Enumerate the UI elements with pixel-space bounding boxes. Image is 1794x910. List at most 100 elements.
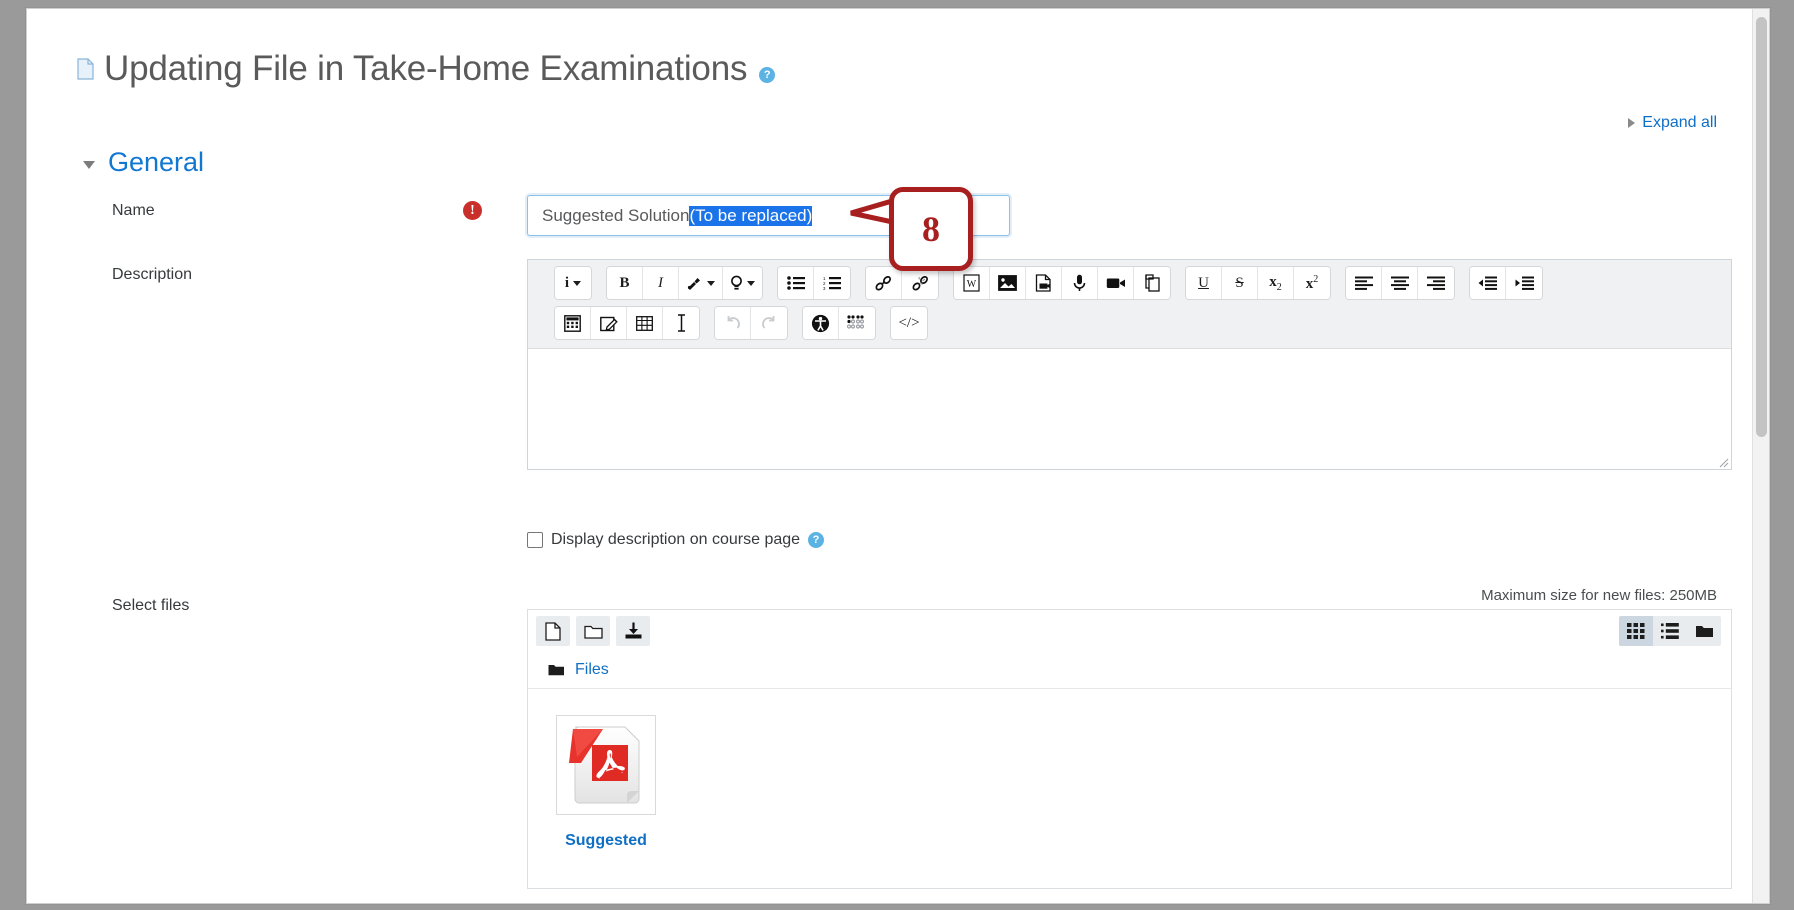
- help-icon[interactable]: ?: [808, 532, 825, 548]
- description-editor: i B I 1 2 3 W U S x2 x2 </>: [527, 259, 1732, 470]
- highlight-dropdown[interactable]: [723, 267, 762, 299]
- create-folder-button[interactable]: [576, 616, 610, 646]
- list-view-icon[interactable]: [1653, 616, 1687, 646]
- description-label: Description: [112, 266, 193, 283]
- align-left-button[interactable]: [1346, 267, 1382, 299]
- file-manager-toolbar: [528, 610, 1731, 652]
- step-callout: 8: [889, 187, 973, 271]
- section-title: General: [108, 147, 205, 177]
- insert-table-button[interactable]: [627, 307, 663, 339]
- file-name: Suggested: [565, 832, 647, 849]
- step-number: 8: [922, 209, 940, 249]
- chevron-down-icon: [573, 280, 582, 286]
- chevron-right-icon: [1628, 118, 1636, 128]
- grid-view-icon[interactable]: [1619, 616, 1653, 646]
- svg-text:3: 3: [823, 286, 826, 290]
- page-scrollbar[interactable]: [1752, 9, 1769, 903]
- toolbar-group-basic: B I: [606, 266, 763, 300]
- description-textarea[interactable]: [528, 349, 1731, 469]
- name-input-selected-text: (To be replaced): [689, 205, 813, 226]
- chevron-down-icon: [83, 161, 95, 169]
- toolbar-group-insert: [554, 306, 700, 340]
- expand-all-link[interactable]: Expand all: [1628, 114, 1717, 132]
- page-content: Updating File in Take-Home Examinations …: [27, 9, 1753, 903]
- file-list: Suggested: [528, 689, 1731, 850]
- file-item[interactable]: Suggested: [554, 715, 658, 850]
- expand-all-label: Expand all: [1642, 114, 1717, 131]
- editor-toolbar-row-2: </>: [554, 306, 1723, 340]
- toolbar-group-style: i: [554, 266, 592, 300]
- insert-image-button[interactable]: [990, 267, 1026, 299]
- subscript-button[interactable]: x2: [1258, 267, 1294, 299]
- align-right-button[interactable]: [1418, 267, 1454, 299]
- required-field-icon: !: [463, 201, 482, 220]
- section-header-general[interactable]: General: [83, 147, 204, 178]
- editor-toolbar: i B I 1 2 3 W U S x2 x2 </>: [528, 260, 1731, 349]
- file-thumbnail: [556, 715, 656, 815]
- file-manager-view-toggle: [1619, 616, 1721, 646]
- svg-text:W: W: [967, 279, 977, 290]
- editor-toolbar-row-1: i B I 1 2 3 W U S x2 x2: [554, 266, 1723, 300]
- page-title-area: Updating File in Take-Home Examinations …: [77, 49, 776, 89]
- document-icon: [77, 58, 94, 80]
- breadcrumb-files-link[interactable]: Files: [575, 661, 609, 679]
- strikethrough-button[interactable]: S: [1222, 267, 1258, 299]
- toolbar-group-history: [714, 306, 788, 340]
- folder-icon: [548, 665, 564, 676]
- toolbar-group-align: [1345, 266, 1455, 300]
- redo-button[interactable]: [751, 307, 787, 339]
- toolbar-group-indent: [1469, 266, 1543, 300]
- display-description-checkbox[interactable]: [527, 532, 543, 548]
- unlink-button[interactable]: [902, 267, 938, 299]
- style-dropdown[interactable]: i: [555, 267, 591, 299]
- toolbar-group-links: [865, 266, 939, 300]
- text-color-dropdown[interactable]: [679, 267, 723, 299]
- screenreader-helper-button[interactable]: [839, 307, 875, 339]
- insert-link-button[interactable]: [866, 267, 902, 299]
- accessibility-checker-button[interactable]: [803, 307, 839, 339]
- draw-button[interactable]: [591, 307, 627, 339]
- tree-view-icon[interactable]: [1687, 616, 1721, 646]
- superscript-button[interactable]: x2: [1294, 267, 1330, 299]
- help-icon[interactable]: ?: [759, 67, 776, 83]
- indent-button[interactable]: [1506, 267, 1542, 299]
- ordered-list-button[interactable]: 123: [814, 267, 850, 299]
- add-file-button[interactable]: [536, 616, 570, 646]
- browser-page-frame: Updating File in Take-Home Examinations …: [26, 8, 1770, 904]
- toolbar-group-a11y: [802, 306, 876, 340]
- display-description-row: Display description on course page ?: [527, 531, 825, 549]
- italic-button[interactable]: I: [643, 267, 679, 299]
- record-video-button[interactable]: [1098, 267, 1134, 299]
- screenshot-root: Updating File in Take-Home Examinations …: [0, 0, 1794, 910]
- display-description-label: Display description on course page: [551, 531, 801, 548]
- name-input-text: Suggested Solution: [542, 205, 690, 225]
- chevron-down-icon: [747, 280, 755, 286]
- word-import-button[interactable]: W: [954, 267, 990, 299]
- resize-grip-icon[interactable]: [1717, 456, 1729, 468]
- max-size-note: Maximum size for new files: 250MB: [1481, 587, 1717, 604]
- html-source-button[interactable]: </>: [891, 307, 927, 339]
- insert-file-button[interactable]: [1026, 267, 1062, 299]
- page-title: Updating File in Take-Home Examinations: [104, 49, 748, 88]
- toolbar-group-source: </>: [890, 306, 928, 340]
- toolbar-group-textstyle: U S x2 x2: [1185, 266, 1331, 300]
- scrollbar-thumb[interactable]: [1756, 17, 1767, 437]
- name-label: Name: [112, 202, 155, 219]
- manage-files-button[interactable]: [1134, 267, 1170, 299]
- equation-editor-button[interactable]: [555, 307, 591, 339]
- bold-button[interactable]: B: [607, 267, 643, 299]
- toolbar-group-media: W: [953, 266, 1171, 300]
- outdent-button[interactable]: [1470, 267, 1506, 299]
- align-center-button[interactable]: [1382, 267, 1418, 299]
- unordered-list-button[interactable]: [778, 267, 814, 299]
- clear-formatting-button[interactable]: [663, 307, 699, 339]
- file-manager-breadcrumb: Files: [528, 652, 1731, 689]
- download-all-button[interactable]: [616, 616, 650, 646]
- file-manager: Files Suggested: [527, 609, 1732, 889]
- underline-button[interactable]: U: [1186, 267, 1222, 299]
- record-audio-button[interactable]: [1062, 267, 1098, 299]
- undo-button[interactable]: [715, 307, 751, 339]
- pdf-file-icon: [569, 726, 640, 804]
- select-files-label: Select files: [112, 597, 190, 614]
- chevron-down-icon: [707, 280, 715, 286]
